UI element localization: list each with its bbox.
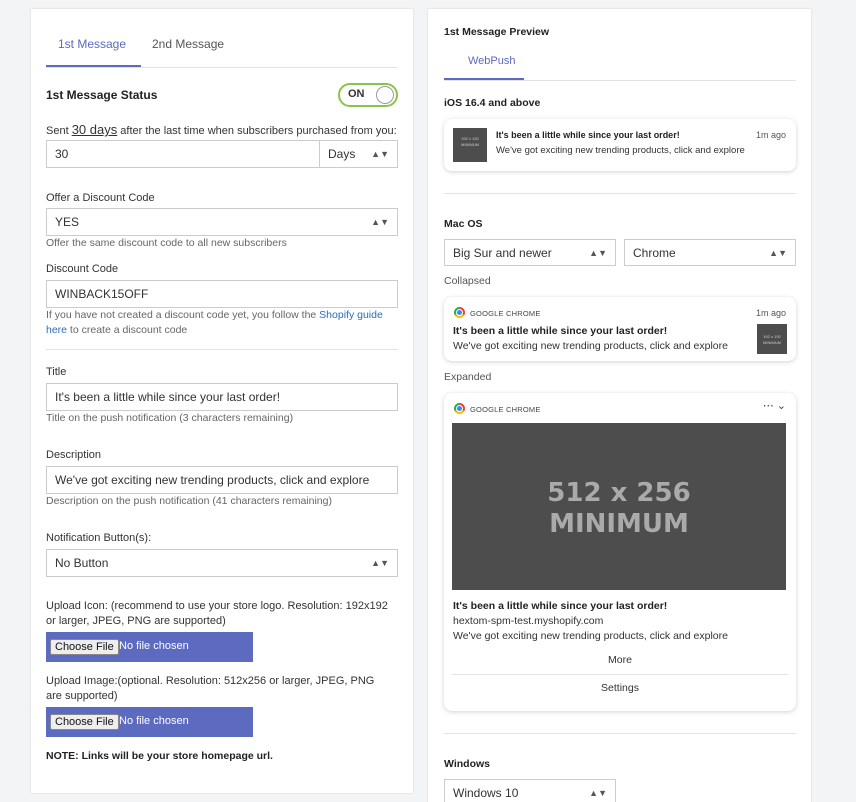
- notification-title: It's been a little while since your last…: [453, 600, 668, 612]
- tab-webpush[interactable]: WebPush: [468, 55, 516, 67]
- code-hint-text-2: to create a discount code: [67, 324, 188, 336]
- image-minimum-text: MINIMUM: [549, 509, 689, 539]
- collapsed-label: Collapsed: [444, 275, 491, 287]
- settings-button[interactable]: Settings: [444, 682, 796, 694]
- more-options-icon[interactable]: ⋯ ⌄: [763, 399, 786, 412]
- sent-prefix: Sent: [46, 125, 72, 137]
- browser-select[interactable]: Chrome ▲▼: [624, 239, 796, 266]
- message-settings-panel: 1st Message 2nd Message 1st Message Stat…: [31, 9, 413, 793]
- select-arrows-icon: ▲▼: [371, 558, 389, 568]
- notification-body: We've got exciting new trending products…: [496, 145, 745, 156]
- expanded-notification: GOOGLE CHROME ⋯ ⌄ 512 x 256 MINIMUM It's…: [444, 393, 796, 711]
- toggle-text: ON: [348, 88, 365, 100]
- tab-1st-message[interactable]: 1st Message: [58, 37, 126, 51]
- mac-label: Mac OS: [444, 218, 483, 230]
- choose-file-button[interactable]: Choose File: [50, 639, 119, 655]
- mac-version-value: Big Sur and newer: [453, 246, 552, 260]
- sent-days-phrase: 30 days: [71, 122, 118, 137]
- notification-domain: hextom-spm-test.myshopify.com: [453, 615, 604, 627]
- sent-after-label: Sent 30 days after the last time when su…: [46, 122, 406, 137]
- upload-icon-label: Upload Icon: (recommend to use your stor…: [46, 600, 388, 627]
- offer-label: Offer a Discount Code: [46, 192, 155, 204]
- code-hint: If you have not created a discount code …: [46, 308, 391, 338]
- status-toggle[interactable]: ON: [338, 83, 398, 107]
- upload-icon-file-input[interactable]: Choose File No file chosen: [46, 632, 253, 662]
- select-arrows-icon: ▲▼: [589, 248, 607, 258]
- upload-image-file-input[interactable]: Choose File No file chosen: [46, 707, 253, 737]
- section-divider: [46, 349, 398, 350]
- links-note: NOTE: Links will be your store homepage …: [46, 750, 273, 762]
- tabs-divider: [46, 67, 398, 68]
- days-unit-select[interactable]: Days ▲▼: [319, 141, 397, 167]
- section-divider: [444, 193, 796, 194]
- notification-title: It's been a little while since your last…: [496, 130, 680, 140]
- offer-hint: Offer the same discount code to all new …: [46, 237, 287, 249]
- description-label: Description: [46, 449, 102, 461]
- notification-body: We've got exciting new trending products…: [453, 340, 728, 352]
- windows-version-value: Windows 10: [453, 786, 519, 800]
- code-label: Discount Code: [46, 263, 119, 275]
- sent-suffix: after the last time when subscribers pur…: [117, 125, 397, 137]
- select-arrows-icon: ▲▼: [769, 248, 787, 258]
- notification-image-placeholder: 512 x 256 MINIMUM: [452, 423, 786, 590]
- no-file-text: No file chosen: [119, 715, 189, 727]
- description-value: We've got exciting new trending products…: [55, 473, 370, 487]
- notification-thumbnail: 192 x 192 MINIMUM: [757, 324, 787, 354]
- windows-label: Windows: [444, 758, 490, 770]
- expanded-label: Expanded: [444, 371, 492, 383]
- browser-value: Chrome: [633, 246, 676, 260]
- windows-version-select[interactable]: Windows 10 ▲▼: [444, 779, 616, 802]
- collapsed-notification: GOOGLE CHROME 1m ago It's been a little …: [444, 297, 796, 361]
- image-size-text: 512 x 256: [547, 478, 691, 508]
- title-label: Title: [46, 366, 67, 378]
- status-label: 1st Message Status: [46, 88, 158, 102]
- no-file-text: No file chosen: [119, 640, 189, 652]
- tabs-divider: [444, 80, 796, 81]
- notification-time: 1m ago: [755, 130, 786, 140]
- buttons-value: No Button: [55, 556, 109, 570]
- title-input[interactable]: It's been a little while since your last…: [46, 383, 398, 411]
- offer-select[interactable]: YES ▲▼: [46, 208, 398, 236]
- ios-notification: 192 x 192 MINIMUM It's been a little whi…: [444, 119, 796, 171]
- code-hint-text-1: If you have not created a discount code …: [46, 309, 320, 321]
- preview-title: 1st Message Preview: [444, 26, 550, 38]
- more-button[interactable]: More: [444, 654, 796, 666]
- days-input[interactable]: 30 Days ▲▼: [46, 140, 398, 168]
- upload-image-label: Upload Image:(optional. Resolution: 512x…: [46, 675, 375, 702]
- description-hint: Description on the push notification (41…: [46, 495, 332, 507]
- chrome-icon: [454, 403, 465, 414]
- select-arrows-icon: ▲▼: [371, 217, 389, 227]
- days-unit-value: Days: [328, 147, 356, 161]
- notification-thumbnail: 192 x 192 MINIMUM: [453, 128, 487, 162]
- here-link[interactable]: here: [46, 324, 67, 336]
- ios-label: iOS 16.4 and above: [444, 97, 541, 109]
- buttons-label: Notification Button(s):: [46, 532, 152, 544]
- preview-panel: 1st Message Preview WebPush iOS 16.4 and…: [428, 9, 811, 802]
- notification-body: We've got exciting new trending products…: [453, 630, 728, 642]
- chrome-name: GOOGLE CHROME: [470, 405, 541, 414]
- chrome-icon: [454, 307, 465, 318]
- toggle-knob: [376, 86, 394, 104]
- chrome-name: GOOGLE CHROME: [470, 309, 541, 318]
- notification-title: It's been a little while since your last…: [453, 325, 668, 337]
- description-input[interactable]: We've got exciting new trending products…: [46, 466, 398, 494]
- title-hint: Title on the push notification (3 charac…: [46, 412, 294, 424]
- card-divider: [452, 674, 788, 675]
- section-divider: [444, 733, 796, 734]
- choose-file-button[interactable]: Choose File: [50, 714, 119, 730]
- select-arrows-icon: ▲▼: [589, 788, 607, 798]
- days-value: 30: [55, 147, 69, 161]
- select-arrows-icon: ▲▼: [371, 149, 389, 159]
- discount-code-value: WINBACK15OFF: [55, 287, 149, 301]
- discount-code-input[interactable]: WINBACK15OFF: [46, 280, 398, 308]
- offer-value: YES: [55, 215, 80, 229]
- tab-2nd-message[interactable]: 2nd Message: [152, 37, 224, 51]
- shopify-guide-link[interactable]: Shopify guide: [319, 309, 383, 321]
- title-value: It's been a little while since your last…: [55, 390, 281, 404]
- notification-time: 1m ago: [755, 308, 786, 318]
- mac-version-select[interactable]: Big Sur and newer ▲▼: [444, 239, 616, 266]
- notification-buttons-select[interactable]: No Button ▲▼: [46, 549, 398, 577]
